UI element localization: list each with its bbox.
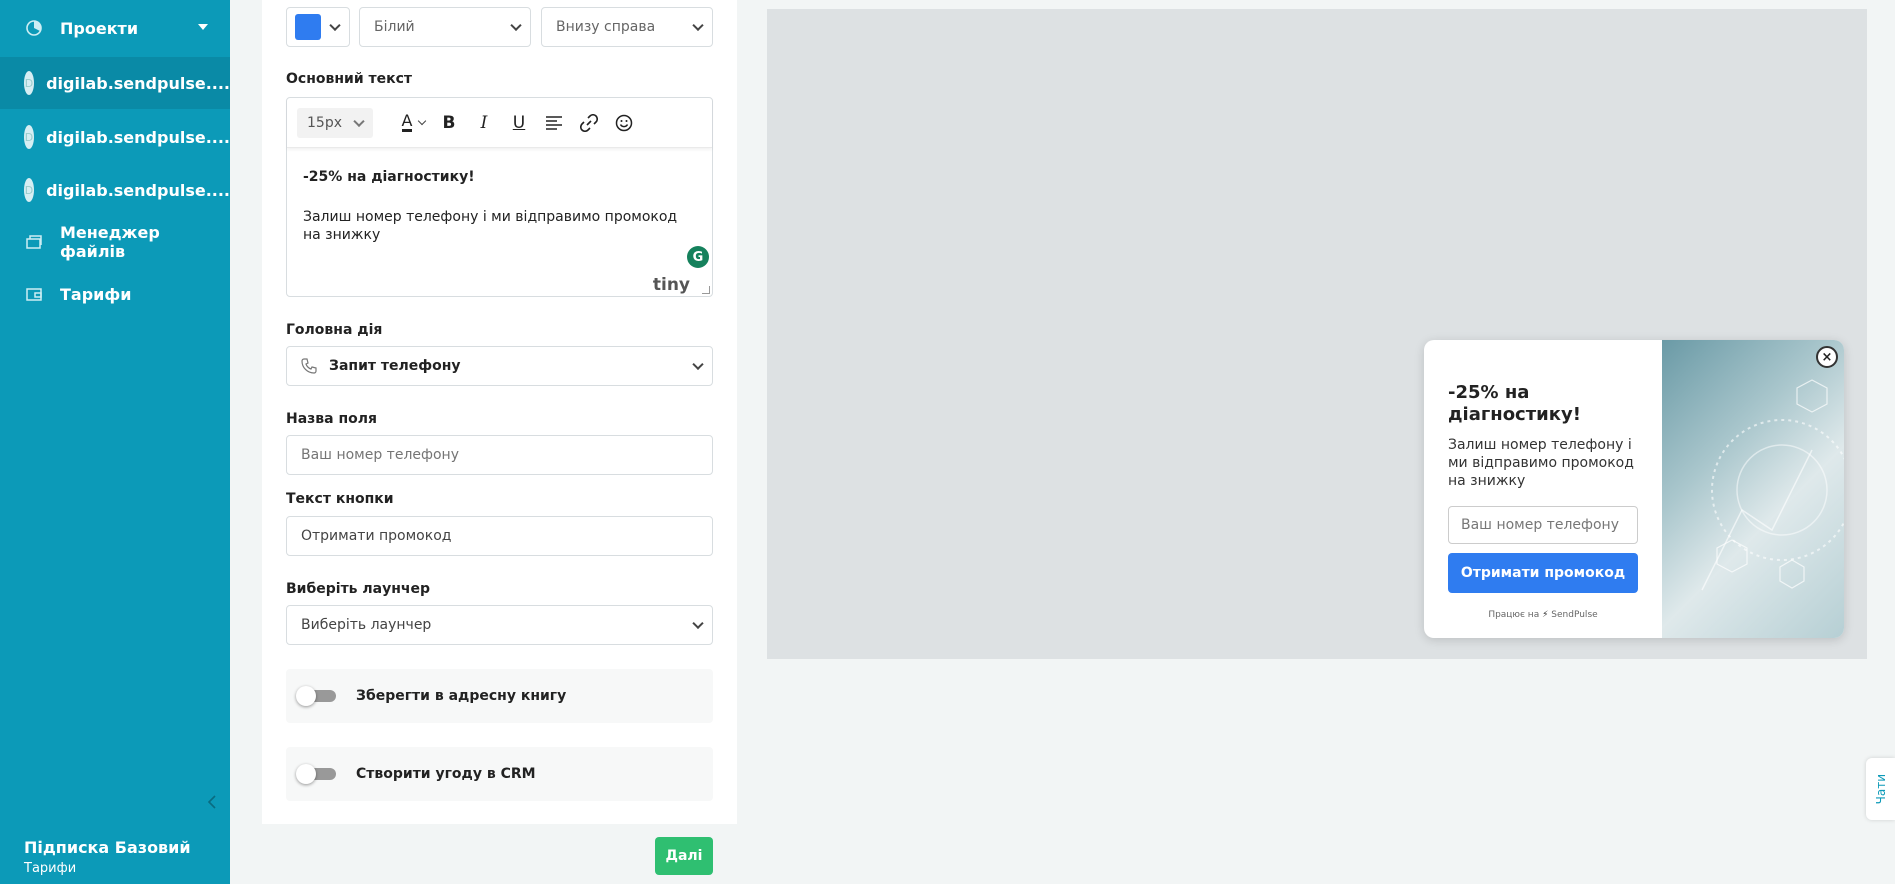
sidebar-item-project-1[interactable]: D digilab.sendpulse.... <box>0 57 230 109</box>
chevron-down-icon <box>198 24 208 30</box>
chat-tab[interactable]: Чати <box>1866 758 1895 820</box>
font-size-value: 15px <box>307 114 342 131</box>
link-icon <box>580 113 598 132</box>
emoji-icon <box>615 114 633 131</box>
sidebar-item-project-3[interactable]: D digilab.sendpulse.... <box>0 164 230 216</box>
powered-brand: SendPulse <box>1551 610 1598 620</box>
launcher-select[interactable]: Виберіть лаунчер <box>286 605 713 645</box>
sidebar-item-label: Менеджер файлів <box>59 223 160 261</box>
phone-icon <box>301 358 317 374</box>
sidebar-item-label: digilab.sendpulse.... <box>46 180 230 200</box>
theme-select[interactable]: Білий <box>359 7 531 47</box>
create-deal-row: Створити угоду в CRM <box>286 747 713 801</box>
italic-button[interactable]: I <box>471 110 497 136</box>
launcher-select-value: Виберіть лаунчер <box>301 617 432 633</box>
folder-icon <box>24 232 44 252</box>
text-color-button[interactable]: A <box>387 110 427 136</box>
underline-button[interactable]: U <box>506 110 532 136</box>
align-left-icon <box>546 115 562 130</box>
italic-icon: I <box>480 112 488 133</box>
sidebar-item-tariffs[interactable]: Тарифи <box>0 268 230 320</box>
plan-link[interactable]: Тарифи <box>24 861 191 876</box>
main-text-label: Основний текст <box>286 71 413 87</box>
main-action-value: Запит телефону <box>329 358 461 374</box>
chevron-down-icon <box>329 19 341 32</box>
create-deal-label: Створити угоду в CRM <box>356 766 536 782</box>
wallet-icon <box>24 284 44 304</box>
sidebar-item-label: Тарифи <box>60 284 132 304</box>
editor-heading: -25% на діагностику! <box>303 169 475 185</box>
toggle-knob <box>296 686 316 706</box>
popup-input-placeholder: Ваш номер телефону <box>1461 517 1619 533</box>
editor-body: Залиш номер телефону і ми відправимо про… <box>303 209 678 243</box>
tiny-logo-text: tiny <box>652 275 690 295</box>
popup-submit-button[interactable]: Отримати промокод <box>1448 553 1638 593</box>
sidebar: Проекти D digilab.sendpulse.... D digila… <box>0 0 230 884</box>
theme-select-value: Білий <box>374 19 415 35</box>
projects-label: Проекти <box>60 18 139 38</box>
button-text-value: Отримати промокод <box>301 528 452 544</box>
projects-icon <box>24 18 44 38</box>
avatar: D <box>24 178 35 202</box>
sidebar-item-label: digilab.sendpulse.... <box>46 127 230 147</box>
projects-menu[interactable]: Проекти <box>0 2 230 54</box>
popup-phone-input[interactable]: Ваш номер телефону <box>1448 506 1638 544</box>
bold-icon: B <box>442 112 456 133</box>
save-contacts-toggle[interactable] <box>296 686 336 706</box>
chevron-down-icon <box>692 358 704 371</box>
position-select-value: Внизу справа <box>556 19 656 35</box>
chevron-down-icon <box>692 617 704 630</box>
chevron-down-icon <box>353 115 365 127</box>
tech-pattern-image <box>1701 379 1844 591</box>
chevron-down-icon <box>417 116 427 125</box>
lightning-icon: ⚡ <box>1542 610 1549 620</box>
link-button[interactable] <box>576 110 602 136</box>
toggle-knob <box>296 764 316 784</box>
create-deal-toggle[interactable] <box>296 764 336 784</box>
sidebar-item-file-manager[interactable]: Менеджер файлів <box>0 216 230 268</box>
rich-text-editor[interactable]: 15px A B I U -25% на діагностику! Залиш … <box>286 97 713 297</box>
powered-by[interactable]: Працює на ⚡ SendPulse <box>1448 610 1638 620</box>
subscription-info[interactable]: Підписка Базовий Тарифи <box>24 838 191 876</box>
chevron-down-icon <box>692 19 704 32</box>
align-button[interactable] <box>541 110 567 136</box>
tiny-logo: tiny <box>653 275 690 295</box>
popup-title: -25% на діагностику! <box>1448 382 1581 425</box>
popup-text: Залиш номер телефону і ми відправимо про… <box>1448 437 1634 489</box>
grammarly-icon[interactable]: G <box>687 246 709 268</box>
main-action-label: Головна дія <box>286 322 383 338</box>
save-contacts-label: Зберегти в адресну книгу <box>356 688 567 704</box>
color-picker[interactable] <box>286 7 350 47</box>
avatar: D <box>24 71 35 95</box>
color-swatch <box>295 14 321 40</box>
editor-toolbar: 15px A B I U <box>287 98 712 148</box>
chevron-down-icon <box>510 19 522 32</box>
main-action-select[interactable]: Запит телефону <box>286 346 713 386</box>
button-text-label: Текст кнопки <box>286 491 394 507</box>
sidebar-item-project-2[interactable]: D digilab.sendpulse.... <box>0 111 230 163</box>
field-name-input[interactable] <box>286 435 713 475</box>
launcher-label: Виберіть лаунчер <box>286 581 431 597</box>
close-icon[interactable]: × <box>1816 346 1838 368</box>
powered-prefix: Працює на <box>1488 610 1540 620</box>
plan-title: Підписка Базовий <box>24 838 191 857</box>
text-color-icon: A <box>401 111 413 132</box>
emoji-button[interactable] <box>611 110 637 136</box>
resize-handle-icon[interactable] <box>702 286 710 294</box>
popup-preview: -25% на діагностику! Залиш номер телефон… <box>1424 340 1844 638</box>
position-select[interactable]: Внизу справа <box>541 7 713 47</box>
editor-content[interactable]: -25% на діагностику! Залиш номер телефон… <box>287 148 712 244</box>
popup-image <box>1662 340 1844 638</box>
font-size-select[interactable]: 15px <box>297 107 373 138</box>
underline-icon: U <box>512 112 526 133</box>
chat-tab-label: Чати <box>1873 773 1888 805</box>
sidebar-item-label: digilab.sendpulse.... <box>46 73 230 93</box>
button-text-input[interactable]: Отримати промокод <box>286 516 713 556</box>
collapse-sidebar-icon[interactable] <box>205 794 219 809</box>
field-name-label: Назва поля <box>286 411 378 427</box>
bold-button[interactable]: B <box>436 110 462 136</box>
avatar: D <box>24 125 35 149</box>
save-contacts-row: Зберегти в адресну книгу <box>286 669 713 723</box>
next-button[interactable]: Далі <box>655 837 713 875</box>
